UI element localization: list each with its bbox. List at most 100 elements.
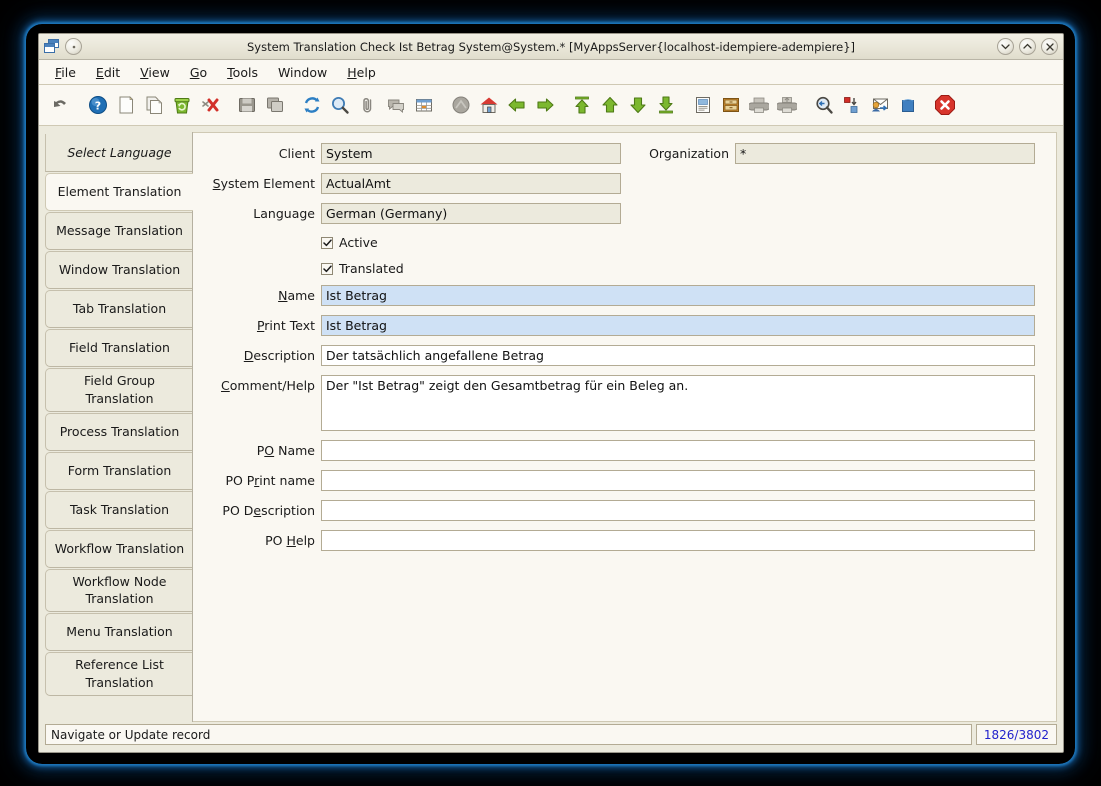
client-field[interactable]: System bbox=[321, 143, 621, 164]
refresh-icon[interactable] bbox=[298, 91, 326, 119]
comment-help-field[interactable]: Der "Ist Betrag" zeigt den Gesamtbetrag … bbox=[321, 375, 1035, 431]
sidebar-tab-label: Field Group Translation bbox=[84, 373, 155, 406]
window-stack-icon bbox=[44, 39, 60, 54]
window-body: Select Language Element Translation Mess… bbox=[39, 126, 1063, 722]
copy-record-icon[interactable] bbox=[140, 91, 168, 119]
system-element-field[interactable]: ActualAmt bbox=[321, 173, 621, 194]
sidebar-tab-window-translation[interactable]: Window Translation bbox=[45, 251, 193, 289]
label-po-print-name: PO Print name bbox=[225, 473, 315, 488]
attachment-icon[interactable] bbox=[354, 91, 382, 119]
description-field[interactable]: Der tatsächlich angefallene Betrag bbox=[321, 345, 1035, 366]
active-checkbox-row[interactable]: Active bbox=[321, 233, 621, 250]
history-icon[interactable] bbox=[447, 91, 475, 119]
delete-record-icon[interactable] bbox=[168, 91, 196, 119]
language-field[interactable]: German (Germany) bbox=[321, 203, 621, 224]
sidebar-tab-form-translation[interactable]: Form Translation bbox=[45, 451, 193, 490]
minimize-button[interactable] bbox=[997, 38, 1014, 55]
sidebar-tab-label: Process Translation bbox=[59, 423, 180, 439]
zoom-across-icon[interactable] bbox=[810, 91, 838, 119]
sidebar-tab-message-translation[interactable]: Message Translation bbox=[45, 212, 193, 250]
label-po-help: PO Help bbox=[265, 533, 315, 548]
menu-go[interactable]: Go bbox=[180, 63, 217, 82]
new-record-icon[interactable] bbox=[112, 91, 140, 119]
active-label: Active bbox=[339, 235, 378, 250]
desktop-backdrop: System Translation Check Ist Betrag Syst… bbox=[0, 0, 1101, 786]
find-icon[interactable] bbox=[326, 91, 354, 119]
label-name: Name bbox=[278, 288, 315, 303]
archive-icon[interactable] bbox=[717, 91, 745, 119]
po-print-name-field[interactable] bbox=[321, 470, 1035, 491]
sidebar-tab-tab-translation[interactable]: Tab Translation bbox=[45, 290, 193, 328]
menu-file[interactable]: File bbox=[45, 63, 86, 82]
record-count-indicator[interactable]: 1826/3802 bbox=[975, 724, 1057, 745]
sidebar-tab-process-translation[interactable]: Process Translation bbox=[45, 412, 193, 451]
name-field[interactable]: Ist Betrag bbox=[321, 285, 1035, 306]
active-checkbox[interactable] bbox=[321, 236, 333, 249]
application-window: System Translation Check Ist Betrag Syst… bbox=[38, 33, 1064, 753]
label-language: Language bbox=[253, 206, 315, 221]
sidebar-tab-field-translation[interactable]: Field Translation bbox=[45, 329, 193, 367]
sidebar-tab-label: Workflow Node Translation bbox=[72, 573, 167, 607]
menu-help[interactable]: Help bbox=[337, 63, 386, 82]
report-icon[interactable] bbox=[689, 91, 717, 119]
tool-bar: ? bbox=[39, 85, 1063, 126]
print-preview-icon[interactable] bbox=[745, 91, 773, 119]
first-record-icon[interactable] bbox=[568, 91, 596, 119]
home-icon[interactable] bbox=[475, 91, 503, 119]
undo-icon[interactable] bbox=[47, 91, 75, 119]
menu-edit[interactable]: Edit bbox=[86, 63, 130, 82]
exit-icon[interactable] bbox=[931, 91, 959, 119]
sidebar-tab-label: Select Language bbox=[67, 144, 172, 160]
sidebar-tab-select-language[interactable]: Select Language bbox=[45, 134, 193, 172]
sidebar-tab-element-translation[interactable]: Element Translation bbox=[45, 173, 193, 211]
label-comment-help: Comment/Help bbox=[221, 378, 315, 393]
sidebar-tab-field-group-translation[interactable]: Field Group Translation bbox=[45, 368, 193, 412]
sidebar-tab-workflow-translation[interactable]: Workflow Translation bbox=[45, 529, 193, 568]
close-button[interactable] bbox=[1041, 38, 1058, 55]
sidebar-tab-label: Field Translation bbox=[69, 340, 170, 356]
print-text-field[interactable]: Ist Betrag bbox=[321, 315, 1035, 336]
print-icon[interactable] bbox=[773, 91, 801, 119]
translated-checkbox-row[interactable]: Translated bbox=[321, 259, 621, 276]
sidebar-tab-label: Element Translation bbox=[57, 184, 182, 200]
maximize-button[interactable] bbox=[1019, 38, 1036, 55]
next-record-icon[interactable] bbox=[531, 91, 559, 119]
requests-icon[interactable] bbox=[866, 91, 894, 119]
label-po-description: PO Description bbox=[222, 503, 315, 518]
menu-tools[interactable]: Tools bbox=[217, 63, 268, 82]
detail-record-icon[interactable] bbox=[624, 91, 652, 119]
sidebar-tab-workflow-node-translation[interactable]: Workflow Node Translation bbox=[45, 568, 193, 612]
menu-window[interactable]: Window bbox=[268, 63, 337, 82]
chat-icon[interactable] bbox=[382, 91, 410, 119]
po-description-field[interactable] bbox=[321, 500, 1035, 521]
menu-view[interactable]: View bbox=[130, 63, 180, 82]
sidebar-tab-label: Message Translation bbox=[56, 223, 183, 239]
label-client: Client bbox=[278, 146, 315, 161]
save-create-icon[interactable] bbox=[261, 91, 289, 119]
menu-bar: File Edit View Go Tools Window Help bbox=[39, 60, 1063, 85]
record-form-panel: Client System Organization * System Elem… bbox=[193, 132, 1057, 722]
window-menu-button[interactable] bbox=[65, 38, 82, 55]
sidebar-tab-reference-list-translation[interactable]: Reference List Translation bbox=[45, 652, 193, 696]
last-record-icon[interactable] bbox=[652, 91, 680, 119]
sidebar-tab-menu-translation[interactable]: Menu Translation bbox=[45, 613, 193, 651]
help-icon[interactable]: ? bbox=[84, 91, 112, 119]
sidebar-tab-label: Menu Translation bbox=[66, 624, 173, 640]
sidebar-tab-label: Reference List Translation bbox=[75, 657, 164, 690]
sidebar-tab-label: Form Translation bbox=[67, 462, 172, 478]
status-message: Navigate or Update record bbox=[45, 724, 972, 745]
po-help-field[interactable] bbox=[321, 530, 1035, 551]
product-info-icon[interactable] bbox=[894, 91, 922, 119]
po-name-field[interactable] bbox=[321, 440, 1035, 461]
window-title: System Translation Check Ist Betrag Syst… bbox=[246, 39, 856, 54]
delete-selection-icon[interactable] bbox=[196, 91, 224, 119]
sidebar-tab-label: Workflow Translation bbox=[54, 540, 185, 556]
organization-field[interactable]: * bbox=[735, 143, 1035, 164]
translated-checkbox[interactable] bbox=[321, 262, 333, 275]
active-workflow-icon[interactable] bbox=[838, 91, 866, 119]
grid-toggle-icon[interactable] bbox=[410, 91, 438, 119]
previous-record-icon[interactable] bbox=[503, 91, 531, 119]
parent-record-icon[interactable] bbox=[596, 91, 624, 119]
save-icon[interactable] bbox=[233, 91, 261, 119]
sidebar-tab-task-translation[interactable]: Task Translation bbox=[45, 490, 193, 529]
